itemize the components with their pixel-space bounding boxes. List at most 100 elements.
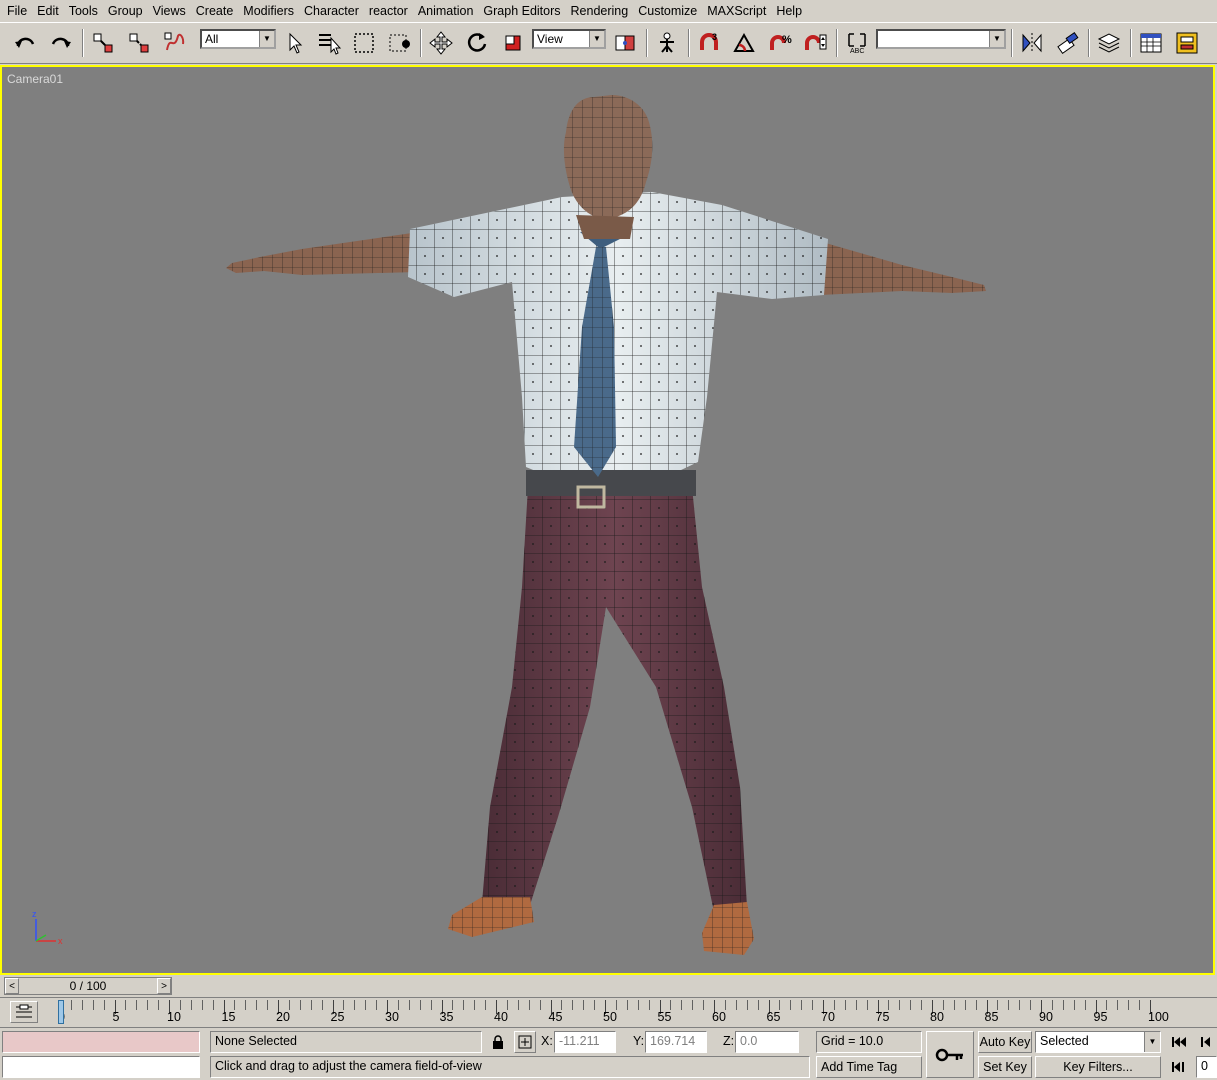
character-model[interactable] <box>2 67 1213 973</box>
frame-tick <box>953 1000 955 1010</box>
status-bar: None Selected Click and drag to adjust t… <box>0 1027 1217 1080</box>
right-arm <box>820 242 986 295</box>
curve-editor-icon[interactable] <box>1136 28 1166 58</box>
select-and-move-icon[interactable] <box>426 28 456 58</box>
auto-key-button[interactable]: Auto Key <box>978 1031 1032 1053</box>
select-and-rotate-icon[interactable] <box>462 28 492 58</box>
selection-filter-value: All <box>205 32 219 46</box>
mirror-icon[interactable] <box>1017 28 1047 58</box>
chevron-left-icon[interactable]: < <box>5 978 19 994</box>
maxscript-listener-mini[interactable] <box>2 1031 200 1053</box>
menu-help[interactable]: Help <box>771 1 807 21</box>
time-slider[interactable]: < 0 / 100 > <box>4 977 172 995</box>
menu-animation[interactable]: Animation <box>413 1 479 21</box>
camera-viewport[interactable]: Camera01 z x <box>0 65 1215 975</box>
frame-tick <box>408 1000 410 1010</box>
current-frame-marker[interactable] <box>58 1000 64 1024</box>
reference-coord-dropdown[interactable]: View ▼ <box>532 29 606 49</box>
selection-filter-dropdown[interactable]: All ▼ <box>200 29 276 49</box>
window-crossing-icon[interactable] <box>385 28 415 58</box>
key-mode-dropdown[interactable]: Selected ▼ <box>1035 1031 1161 1053</box>
select-and-manipulate-icon[interactable] <box>652 28 682 58</box>
key-icon <box>935 1048 963 1061</box>
chevron-right-icon[interactable]: > <box>157 978 171 994</box>
reference-coord-value: View <box>537 32 563 46</box>
frame-tick <box>1062 1000 1064 1010</box>
menu-customize[interactable]: Customize <box>633 1 702 21</box>
select-by-name-icon[interactable] <box>314 28 344 58</box>
menu-rendering[interactable]: Rendering <box>566 1 634 21</box>
set-keys-button[interactable] <box>926 1031 974 1078</box>
menu-maxscript[interactable]: MAXScript <box>702 1 771 21</box>
use-pivot-point-center-icon[interactable] <box>610 28 640 58</box>
key-mode-toggle-icon[interactable] <box>1166 1056 1192 1078</box>
frame-tick <box>626 1000 628 1010</box>
frame-tick-label: 50 <box>603 1010 617 1024</box>
frame-tick-label: 100 <box>1148 1010 1169 1024</box>
menu-tools[interactable]: Tools <box>64 1 103 21</box>
menu-modifiers[interactable]: Modifiers <box>238 1 299 21</box>
named-selection-dropdown[interactable]: ▼ <box>876 29 1006 49</box>
menu-create[interactable]: Create <box>191 1 239 21</box>
menu-reactor[interactable]: reactor <box>364 1 413 21</box>
menu-character[interactable]: Character <box>299 1 364 21</box>
key-filters-button[interactable]: Key Filters... <box>1035 1056 1161 1078</box>
spinner-snap-toggle-icon[interactable] <box>801 28 831 58</box>
add-time-tag-button[interactable]: Add Time Tag <box>816 1056 922 1078</box>
unlink-selection-icon[interactable] <box>124 28 154 58</box>
maxscript-input[interactable] <box>2 1056 200 1078</box>
frame-tick <box>812 1000 814 1010</box>
axis-z-label: z <box>32 909 37 919</box>
current-frame-field[interactable]: 0 <box>1196 1056 1217 1078</box>
menu-graph-editors[interactable]: Graph Editors <box>478 1 565 21</box>
select-and-scale-icon[interactable] <box>498 28 528 58</box>
x-coord-field[interactable]: -11.211 <box>554 1031 616 1053</box>
bind-to-space-warp-icon[interactable] <box>160 28 190 58</box>
set-key-label: Set Key <box>983 1060 1027 1074</box>
absolute-relative-toggle-icon[interactable] <box>514 1031 536 1053</box>
menu-file[interactable]: File <box>2 1 32 21</box>
redo-icon[interactable] <box>46 28 76 58</box>
percent-snap-toggle-icon[interactable]: % <box>765 28 795 58</box>
menu-edit[interactable]: Edit <box>32 1 64 21</box>
go-to-start-icon[interactable] <box>1166 1031 1192 1053</box>
frame-tick <box>354 1000 356 1010</box>
frame-tick <box>419 1000 421 1010</box>
z-coord-field[interactable]: 0.0 <box>735 1031 799 1053</box>
set-key-button[interactable]: Set Key <box>978 1056 1032 1078</box>
y-coord-field[interactable]: 169.714 <box>645 1031 707 1053</box>
axis-x-label: x <box>58 936 63 946</box>
x-coord-value: -11.211 <box>559 1034 600 1048</box>
open-mini-curve-editor-button[interactable] <box>10 1001 38 1023</box>
undo-icon[interactable] <box>10 28 40 58</box>
select-and-link-icon[interactable] <box>88 28 118 58</box>
snaps-toggle-icon[interactable]: 3 <box>694 28 724 58</box>
align-icon[interactable] <box>1053 28 1083 58</box>
layer-manager-icon[interactable] <box>1094 28 1124 58</box>
angle-snap-toggle-icon[interactable] <box>729 28 759 58</box>
trackbar[interactable]: 0510152025303540455055606570758085909510… <box>0 997 1217 1027</box>
frame-tick-label: 60 <box>712 1010 726 1024</box>
frame-tick <box>801 1000 803 1010</box>
menu-views[interactable]: Views <box>148 1 191 21</box>
current-frame-value: 0 <box>1201 1059 1208 1073</box>
frame-tick <box>779 1000 781 1010</box>
lock-icon[interactable] <box>488 1032 508 1052</box>
frame-tick <box>615 1000 617 1010</box>
frame-tick-label: 15 <box>221 1010 236 1024</box>
frame-tick <box>365 1000 367 1010</box>
previous-frame-icon[interactable] <box>1196 1031 1217 1053</box>
frame-tick <box>81 1000 83 1010</box>
rectangular-selection-icon[interactable] <box>349 28 379 58</box>
frame-tick <box>539 1000 541 1010</box>
menu-group[interactable]: Group <box>103 1 148 21</box>
frame-tick <box>430 1000 432 1010</box>
frame-tick <box>136 1000 138 1010</box>
toolbar-separator <box>836 29 838 57</box>
frame-tick <box>910 1000 912 1010</box>
frame-tick <box>975 1000 977 1010</box>
grid-size: Grid = 10.0 <box>816 1031 922 1053</box>
edit-named-selection-icon[interactable]: ABC <box>842 28 872 58</box>
schematic-view-icon[interactable] <box>1172 28 1202 58</box>
select-object-icon[interactable] <box>280 28 310 58</box>
